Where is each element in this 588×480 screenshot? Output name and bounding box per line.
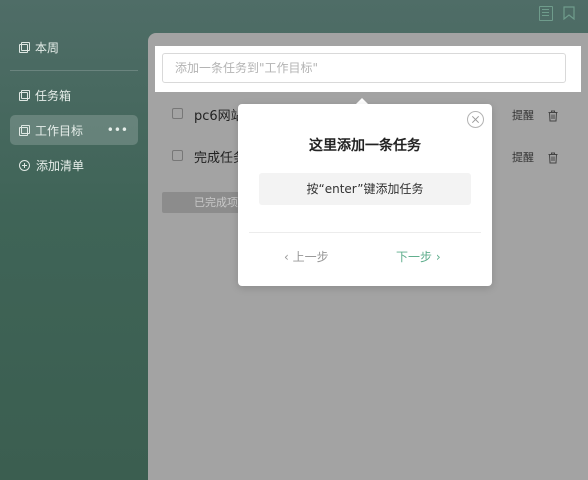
- task-checkbox[interactable]: [172, 150, 183, 161]
- sidebar-item-label: 本周: [35, 40, 60, 55]
- list-view-icon[interactable]: [539, 6, 553, 21]
- next-step-button[interactable]: 下一步 ›: [396, 248, 441, 265]
- popup-title: 这里添加一条任务: [309, 138, 421, 154]
- sidebar: 本周 任务箱 工作目标 ••• 添加清单: [0, 0, 148, 480]
- more-options-icon[interactable]: •••: [107, 123, 128, 137]
- sidebar-divider: [10, 70, 138, 71]
- trash-icon[interactable]: [548, 149, 558, 164]
- previous-step-button[interactable]: ‹ 上一步: [284, 248, 329, 265]
- close-icon[interactable]: [467, 111, 484, 128]
- task-checkbox[interactable]: [172, 108, 183, 119]
- sidebar-item-label: 任务箱: [35, 88, 72, 103]
- add-circle-icon: [19, 159, 30, 171]
- sidebar-item-this-week[interactable]: 本周: [10, 32, 138, 62]
- bookmark-icon[interactable]: [563, 6, 575, 20]
- sidebar-item-add-list[interactable]: 添加清单: [10, 150, 138, 180]
- sidebar-item-work-goals[interactable]: 工作目标 •••: [10, 115, 138, 145]
- popup-hint: 按“enter”键添加任务: [259, 173, 471, 205]
- task-title[interactable]: pc6网站: [194, 105, 244, 124]
- sidebar-item-label: 工作目标: [35, 123, 84, 138]
- trash-icon[interactable]: [548, 107, 558, 122]
- add-task-input[interactable]: [162, 53, 566, 83]
- list-stack-icon: [19, 90, 30, 101]
- popup-divider: [249, 232, 481, 233]
- list-stack-icon: [19, 42, 30, 53]
- remind-button[interactable]: 提醒: [512, 107, 534, 123]
- sidebar-item-label: 添加清单: [36, 158, 85, 173]
- list-stack-icon: [19, 125, 30, 136]
- remind-button[interactable]: 提醒: [512, 149, 534, 165]
- completed-items-button[interactable]: 已完成项: [162, 192, 242, 213]
- sidebar-item-inbox[interactable]: 任务箱: [10, 80, 138, 110]
